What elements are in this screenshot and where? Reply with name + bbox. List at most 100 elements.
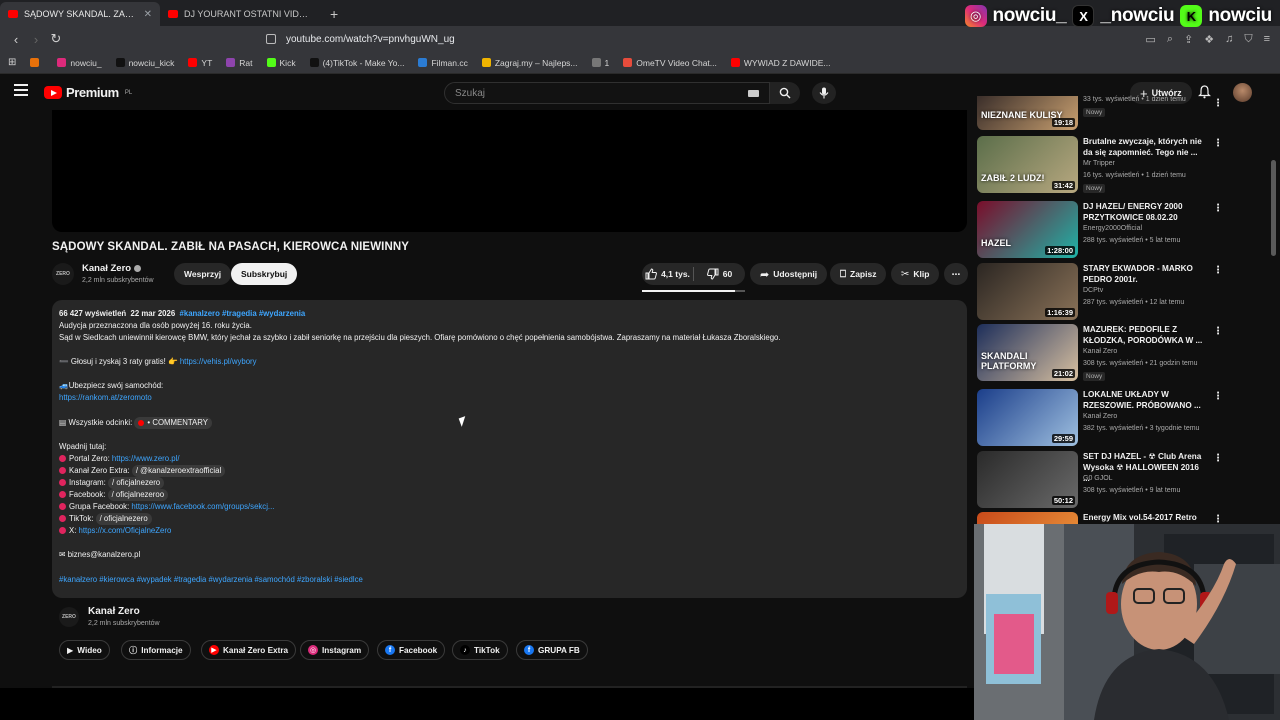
commentary-playlist-chip[interactable]: • COMMENTARY: [134, 416, 212, 429]
account-avatar[interactable]: [1233, 83, 1252, 102]
social-link[interactable]: https://www.facebook.com/groups/sekcj...: [131, 502, 274, 511]
forward-icon[interactable]: ›: [26, 32, 46, 47]
extension-icon[interactable]: ❖: [1204, 33, 1214, 46]
search-button[interactable]: [770, 82, 800, 104]
channel-facebook-button[interactable]: f Facebook: [377, 640, 446, 660]
video-channel[interactable]: DCPtv: [1083, 287, 1103, 294]
more-options-icon[interactable]: ⋮: [1213, 265, 1223, 276]
video-thumbnail[interactable]: 1:16:39: [977, 263, 1078, 320]
bookmark-item[interactable]: 1: [591, 57, 610, 68]
bookmark-item[interactable]: Zagraj.my – Najleps...: [481, 58, 578, 68]
support-button[interactable]: Wesprzyj: [174, 263, 232, 285]
bookmark-item[interactable]: Filman.cc: [418, 57, 468, 68]
new-tab-button[interactable]: +: [320, 6, 348, 26]
more-options-icon[interactable]: ⋮: [1213, 98, 1223, 109]
more-options-icon[interactable]: ⋮: [1213, 138, 1223, 149]
menu-icon[interactable]: ≡: [1264, 33, 1270, 46]
channel-fb-group-button[interactable]: f GRUPA FB: [516, 640, 588, 660]
bookmark-item[interactable]: (4)TikTok - Make Yo...: [309, 58, 404, 68]
channel-instagram-button[interactable]: ◎ Instagram: [300, 640, 370, 660]
bookmark-label: OmeTV Video Chat...: [636, 57, 717, 68]
bookmark-item[interactable]: OmeTV Video Chat...: [623, 58, 717, 68]
clip-button[interactable]: ✂ Klip: [891, 263, 940, 285]
video-player[interactable]: [52, 110, 967, 232]
social-chip[interactable]: / oficjalnezeroo: [107, 489, 169, 502]
video-title: SĄDOWY SKANDAL. ZABIŁ NA PASACH, KIEROWC…: [52, 241, 410, 253]
video-thumbnail[interactable]: SKANDALI PLATFORMY 21:02: [977, 324, 1078, 381]
scrollbar[interactable]: [1271, 160, 1276, 256]
share-icon[interactable]: ⇪: [1184, 33, 1193, 46]
bookmark-item[interactable]: Rat: [226, 58, 253, 68]
video-channel[interactable]: G0 GJOL: [1083, 475, 1113, 482]
promo-link[interactable]: https://vehis.pl/wybory: [180, 357, 257, 366]
notifications-bell-icon[interactable]: [1198, 85, 1211, 99]
dislike-button[interactable]: 60: [694, 268, 745, 280]
zoom-icon[interactable]: ⌕: [1167, 33, 1173, 46]
bookmark-item[interactable]: nowciu_: [57, 58, 102, 68]
video-title: DJ HAZEL/ ENERGY 2000 PRZYTKOWICE 08.02.…: [1083, 202, 1183, 222]
video-thumbnail[interactable]: NIEZNANE KULISY 19:18: [977, 96, 1078, 130]
video-channel[interactable]: Kanał Zero: [1083, 348, 1117, 355]
video-channel[interactable]: Mr Tripper: [1083, 160, 1115, 167]
browser-tab-1[interactable]: SĄDOWY SKANDAL. ZABIŁ NA PASACH ✕: [0, 2, 160, 26]
social-chip[interactable]: / oficjalnezero: [108, 476, 165, 490]
channel-avatar[interactable]: ZERO: [52, 263, 74, 285]
youtube-logo[interactable]: Premium PL: [44, 85, 132, 100]
more-options-icon[interactable]: ⋮: [1213, 453, 1223, 464]
shield-icon[interactable]: ⛉: [1244, 33, 1252, 46]
reload-icon[interactable]: ↻: [46, 31, 66, 47]
apps-icon[interactable]: ⊞: [8, 57, 16, 68]
save-button[interactable]: ⎕ Zapisz: [830, 263, 887, 285]
business-email[interactable]: biznes@kanalzero.pl: [68, 550, 141, 559]
hashtags-top[interactable]: #kanalzero #tragedia #wydarzenia: [180, 309, 306, 318]
cast-icon[interactable]: ▭: [1145, 33, 1155, 46]
close-tab-icon[interactable]: ✕: [144, 9, 152, 20]
more-options-icon[interactable]: ⋮: [1213, 326, 1223, 337]
menu-icon[interactable]: [14, 84, 28, 99]
voice-search-button[interactable]: [812, 82, 836, 104]
channel-section-name[interactable]: Kanał Zero: [88, 606, 140, 617]
video-thumbnail[interactable]: HAZEL 1:28:00: [977, 201, 1078, 258]
site-info-icon[interactable]: [266, 34, 276, 44]
video-channel[interactable]: Kanał Zero: [1083, 413, 1117, 420]
bookmark-item[interactable]: [30, 58, 43, 67]
channel-videos-button[interactable]: ▶ Wideo: [59, 640, 110, 660]
channel-avatar-small[interactable]: ZERO: [59, 607, 79, 627]
verified-icon: [134, 265, 142, 272]
video-channel[interactable]: Energy2000Official: [1083, 225, 1142, 232]
back-icon[interactable]: ‹: [6, 32, 26, 47]
social-link[interactable]: https://x.com/OficjalneZero: [79, 526, 172, 535]
bookmark-label: 1: [604, 57, 610, 68]
bookmark-label: Filman.cc: [431, 57, 468, 68]
more-options-icon[interactable]: ⋮: [1213, 203, 1223, 214]
bookmark-item[interactable]: Kick: [266, 58, 296, 68]
hashtags-bottom[interactable]: #kanałzero #kierowca #wypadek #tragedia …: [59, 574, 960, 586]
subscribe-button[interactable]: Subskrybuj: [231, 263, 298, 285]
channel-name[interactable]: Kanał Zero: [82, 263, 142, 274]
video-thumbnail[interactable]: ZABIŁ 2 LUDZ! 31:42: [977, 136, 1078, 193]
social-chip[interactable]: / @kanalzeroextraofficial: [131, 464, 226, 477]
insure-link[interactable]: https://rankom.at/zeromoto: [59, 393, 152, 402]
video-duration: 50:12: [1051, 496, 1075, 505]
video-description[interactable]: 66 427 wyświetleń 22 mar 2026 #kanalzero…: [52, 300, 967, 598]
social-link[interactable]: https://www.zero.pl/: [112, 454, 180, 463]
video-thumbnail[interactable]: 29:59: [977, 389, 1078, 446]
search-input[interactable]: Szukaj: [444, 82, 770, 104]
channel-info-button[interactable]: ⓘ Informacje: [121, 640, 191, 660]
social-chip[interactable]: / oficjalnezero: [95, 513, 152, 526]
keyboard-icon[interactable]: [748, 90, 759, 97]
bookmark-item[interactable]: YT: [188, 58, 212, 68]
more-options-icon[interactable]: ⋮: [1213, 391, 1223, 402]
browser-tab-2[interactable]: DJ YOURANT OSTATNI VIDEOSET: [160, 2, 320, 26]
bookmark-item[interactable]: nowciu_kick: [115, 58, 174, 68]
video-thumbnail[interactable]: 50:12: [977, 451, 1078, 508]
social-link-row: Grupa Facebook: https://www.facebook.com…: [59, 501, 960, 513]
share-button[interactable]: ➦ Udostępnij: [750, 263, 828, 285]
music-icon[interactable]: ♫: [1225, 33, 1233, 46]
more-actions-button[interactable]: ⋯: [944, 263, 968, 285]
channel-extra-button[interactable]: ▶ Kanał Zero Extra: [201, 640, 297, 660]
url-field[interactable]: youtube.com/watch?v=pnvhguWN_ug: [266, 29, 1145, 49]
channel-tiktok-button[interactable]: ♪ TikTok: [452, 640, 508, 660]
bookmark-item[interactable]: WYWIAD Z DAWIDE...: [730, 58, 830, 68]
like-button[interactable]: 4,1 tys.: [642, 268, 693, 280]
